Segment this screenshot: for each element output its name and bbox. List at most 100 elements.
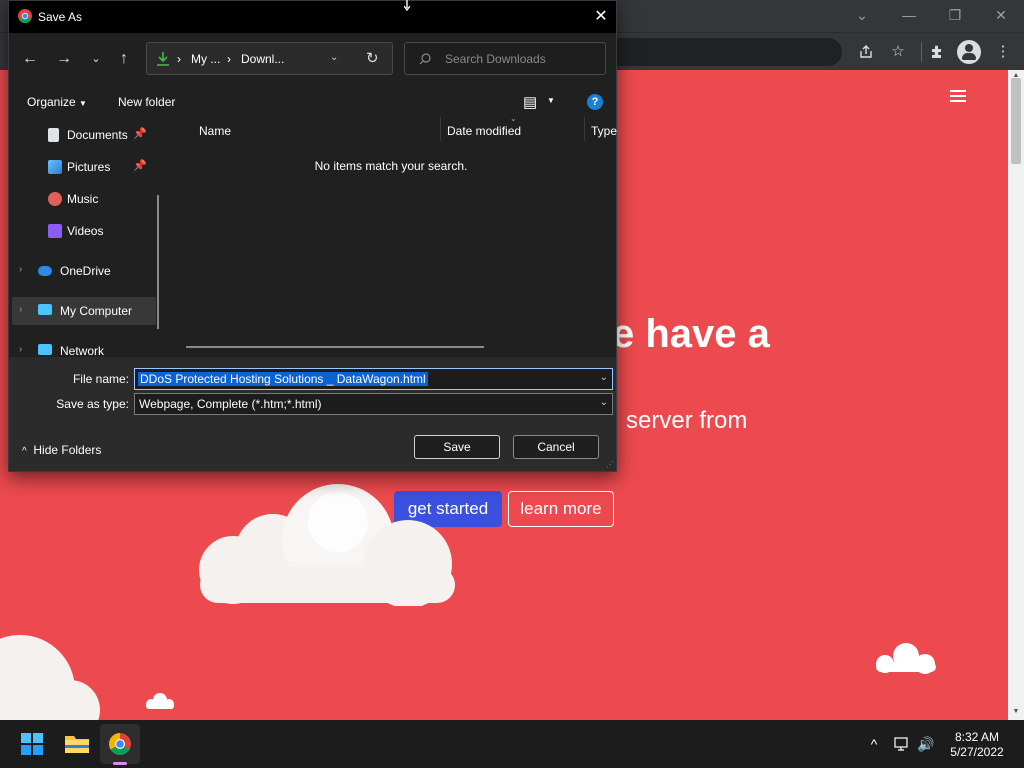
navigation-pane: Documents 📌 Pictures 📌 Music Videos › On… (9, 117, 166, 357)
save-as-type-label: Save as type: (56, 397, 129, 411)
chevron-up-icon: ^ (22, 446, 27, 457)
file-name-label: File name: (72, 372, 129, 386)
breadcrumb-downloads[interactable]: Downl... (241, 52, 284, 66)
new-folder-button[interactable]: New folder (118, 95, 175, 109)
organize-button[interactable]: Organize ▼ (27, 95, 87, 109)
search-input[interactable]: Search Downloads (404, 42, 606, 75)
save-button[interactable]: Save (414, 435, 500, 459)
kebab-menu-icon[interactable]: ⋮ (992, 41, 1014, 63)
minimize-button[interactable]: — (889, 4, 929, 26)
close-icon[interactable]: ✕ (591, 7, 611, 27)
save-as-type-select[interactable]: Webpage, Complete (*.htm;*.html) ⌄ (134, 393, 613, 415)
resize-grip-icon[interactable]: ⋰ (606, 460, 614, 469)
empty-results-message: No items match your search. (314, 159, 468, 173)
cancel-button[interactable]: Cancel (513, 435, 599, 459)
volume-icon[interactable]: 🔊 (916, 734, 936, 754)
file-name-value: DDoS Protected Hosting Solutions _ DataW… (138, 372, 428, 386)
share-icon[interactable] (855, 41, 877, 63)
horizontal-scrollbar[interactable] (186, 346, 484, 348)
column-header-date-modified[interactable]: Date modified (447, 124, 521, 138)
close-window-button[interactable]: ✕ (981, 4, 1021, 26)
clock-time: 8:32 AM (954, 730, 1000, 744)
nav-item-label: Documents (67, 128, 128, 142)
mouse-cursor-icon (404, 0, 410, 12)
breadcrumb-my-computer[interactable]: My ... (191, 52, 220, 66)
learn-more-button[interactable]: learn more (508, 491, 614, 527)
expand-chevron-icon[interactable]: › (19, 264, 22, 275)
nav-item-music[interactable]: Music (9, 185, 159, 213)
forward-arrow-icon[interactable]: → (54, 49, 74, 69)
nav-pane-scrollbar[interactable] (157, 195, 159, 329)
nav-item-label: Videos (67, 224, 104, 238)
music-icon (48, 192, 62, 206)
nav-item-pictures[interactable]: Pictures 📌 (9, 153, 159, 181)
column-header-type[interactable]: Type (591, 124, 617, 138)
chrome-icon (109, 733, 131, 755)
view-dropdown-icon[interactable]: ▼ (547, 96, 555, 105)
restore-button[interactable]: ❐ (935, 4, 975, 26)
nav-item-videos[interactable]: Videos (9, 217, 159, 245)
pin-icon: 📌 (133, 160, 147, 172)
chrome-taskbar-button[interactable] (100, 724, 140, 764)
nav-item-network[interactable]: › Network (9, 337, 159, 357)
hero-title: e have a (612, 312, 770, 356)
sort-indicator-icon: ⌄ (510, 114, 517, 123)
nav-item-onedrive[interactable]: › OneDrive (9, 257, 159, 285)
start-button[interactable] (12, 724, 52, 764)
back-arrow-icon[interactable]: ← (20, 49, 40, 69)
dialog-title: Save As (38, 10, 83, 24)
nav-item-my-computer[interactable]: › My Computer (12, 297, 156, 325)
nav-item-label: Pictures (67, 160, 111, 174)
column-divider[interactable] (584, 117, 585, 141)
show-hidden-icons-chevron-icon[interactable]: ^ (864, 734, 884, 754)
help-icon[interactable]: ? (587, 94, 603, 110)
column-divider[interactable] (440, 117, 441, 141)
column-header-name[interactable]: Name (199, 124, 231, 138)
save-options-pane: File name: DDoS Protected Hosting Soluti… (9, 357, 616, 471)
recent-locations-chevron-icon[interactable]: ⌄ (86, 49, 106, 69)
download-icon (157, 52, 169, 66)
expand-chevron-icon[interactable]: › (19, 344, 22, 355)
active-app-indicator (113, 762, 127, 765)
scroll-down-arrow[interactable]: ▼ (1012, 708, 1020, 715)
nav-item-documents[interactable]: Documents 📌 (9, 121, 159, 149)
network-icon (38, 344, 52, 355)
onedrive-icon (38, 266, 52, 276)
address-bar[interactable] (612, 38, 842, 66)
toolbar-divider (921, 42, 922, 62)
star-icon[interactable]: ☆ (887, 41, 909, 63)
search-placeholder: Search Downloads (445, 52, 546, 66)
file-explorer-button[interactable] (57, 724, 97, 764)
view-options-icon[interactable]: ▤ (523, 93, 537, 111)
windows-logo-icon (21, 733, 43, 755)
taskbar: ^ 🔊 8:32 AM 5/27/2022 (0, 720, 1024, 768)
file-name-input[interactable]: DDoS Protected Hosting Solutions _ DataW… (134, 368, 613, 390)
cloud-illustration (146, 693, 174, 709)
scroll-thumb[interactable] (1011, 78, 1021, 164)
dialog-titlebar[interactable]: Save As ✕ (9, 1, 616, 33)
extensions-icon[interactable] (926, 41, 948, 63)
command-bar: Organize ▼ New folder ▤ ▼ (9, 87, 616, 117)
videos-icon (48, 224, 62, 238)
documents-icon (48, 128, 59, 142)
page-scrollbar[interactable]: ▲ ▼ (1008, 70, 1024, 720)
up-arrow-icon[interactable]: ↑ (114, 49, 134, 69)
profile-avatar[interactable] (957, 40, 981, 64)
chevron-down-icon[interactable]: ⌄ (600, 372, 608, 383)
system-clock[interactable]: 8:32 AM 5/27/2022 (944, 730, 1010, 760)
save-as-type-value: Webpage, Complete (*.htm;*.html) (139, 397, 322, 411)
nav-item-label: OneDrive (60, 264, 111, 278)
refresh-icon[interactable]: ↻ (366, 49, 379, 67)
tab-search-button[interactable]: ⌄ (842, 4, 882, 26)
chevron-down-icon[interactable]: ⌄ (600, 397, 608, 408)
network-status-icon[interactable] (891, 734, 911, 754)
expand-chevron-icon[interactable]: › (19, 304, 22, 315)
hamburger-menu-icon[interactable] (950, 90, 966, 102)
file-list-pane: Name Date modified ⌄ Type No items match… (166, 114, 617, 357)
address-dropdown-icon[interactable]: ⌄ (330, 52, 338, 63)
nav-item-label: Music (67, 192, 99, 206)
nav-item-label: My Computer (60, 304, 133, 318)
address-breadcrumb[interactable]: › My ... › Downl... ⌄ ↻ (146, 42, 393, 75)
hide-folders-button[interactable]: ^ Hide Folders (22, 443, 101, 457)
pin-icon: 📌 (133, 128, 147, 140)
